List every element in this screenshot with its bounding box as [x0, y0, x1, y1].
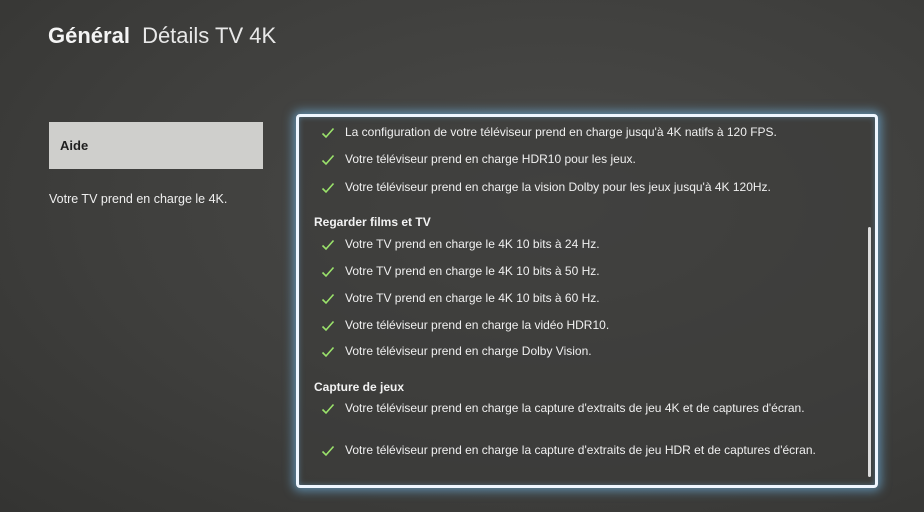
checkmark-icon — [321, 345, 335, 359]
list-item: Votre téléviseur prend en charge la capt… — [321, 400, 851, 417]
list-item-text: Votre TV prend en charge le 4K 10 bits à… — [345, 237, 600, 251]
list-item-text: Votre téléviseur prend en charge Dolby V… — [345, 344, 592, 358]
page-header: Général Détails TV 4K — [48, 22, 276, 50]
list-item-text: Votre téléviseur prend en charge la vidé… — [345, 318, 610, 332]
section-title: Général — [48, 23, 130, 48]
checkmark-icon — [321, 181, 335, 195]
list-item: Votre téléviseur prend en charge la vidé… — [321, 317, 851, 334]
list-item: Votre TV prend en charge le 4K 10 bits à… — [321, 263, 851, 280]
list-item: Votre TV prend en charge le 4K 10 bits à… — [321, 290, 851, 307]
list-item-text: Votre TV prend en charge le 4K 10 bits à… — [345, 264, 600, 278]
list-item: Votre TV prend en charge le 4K 10 bits à… — [321, 236, 851, 253]
checkmark-icon — [321, 292, 335, 306]
details-panel[interactable]: La configuration de votre téléviseur pre… — [296, 114, 878, 488]
list-item: La configuration de votre téléviseur pre… — [321, 124, 851, 141]
list-item-text: Votre téléviseur prend en charge la capt… — [345, 443, 816, 457]
checkmark-icon — [321, 319, 335, 333]
checkmark-icon — [321, 238, 335, 252]
help-button[interactable]: Aide — [49, 122, 263, 169]
list-item: Votre téléviseur prend en charge la capt… — [321, 442, 851, 459]
checkmark-icon — [321, 402, 335, 416]
checkmark-icon — [321, 153, 335, 167]
group-title-game-capture: Capture de jeux — [314, 380, 405, 394]
list-item: Votre téléviseur prend en charge la visi… — [321, 179, 851, 196]
details-list: La configuration de votre téléviseur pre… — [299, 117, 861, 485]
list-item-text: Votre TV prend en charge le 4K 10 bits à… — [345, 291, 600, 305]
list-item-text: Votre téléviseur prend en charge la capt… — [345, 401, 805, 415]
checkmark-icon — [321, 444, 335, 458]
tv-support-description: Votre TV prend en charge le 4K. — [49, 192, 228, 206]
group-title-movies-tv: Regarder films et TV — [314, 215, 431, 229]
help-button-label: Aide — [60, 138, 89, 153]
page-title: Détails TV 4K — [142, 23, 277, 48]
checkmark-icon — [321, 126, 335, 140]
list-item-text: Votre téléviseur prend en charge HDR10 p… — [345, 152, 636, 166]
checkmark-icon — [321, 265, 335, 279]
list-item: Votre téléviseur prend en charge Dolby V… — [321, 343, 851, 360]
list-item: Votre téléviseur prend en charge HDR10 p… — [321, 151, 851, 168]
panel-scrollbar[interactable] — [868, 227, 871, 477]
list-item-text: La configuration de votre téléviseur pre… — [345, 125, 777, 139]
list-item-text: Votre téléviseur prend en charge la visi… — [345, 180, 771, 194]
